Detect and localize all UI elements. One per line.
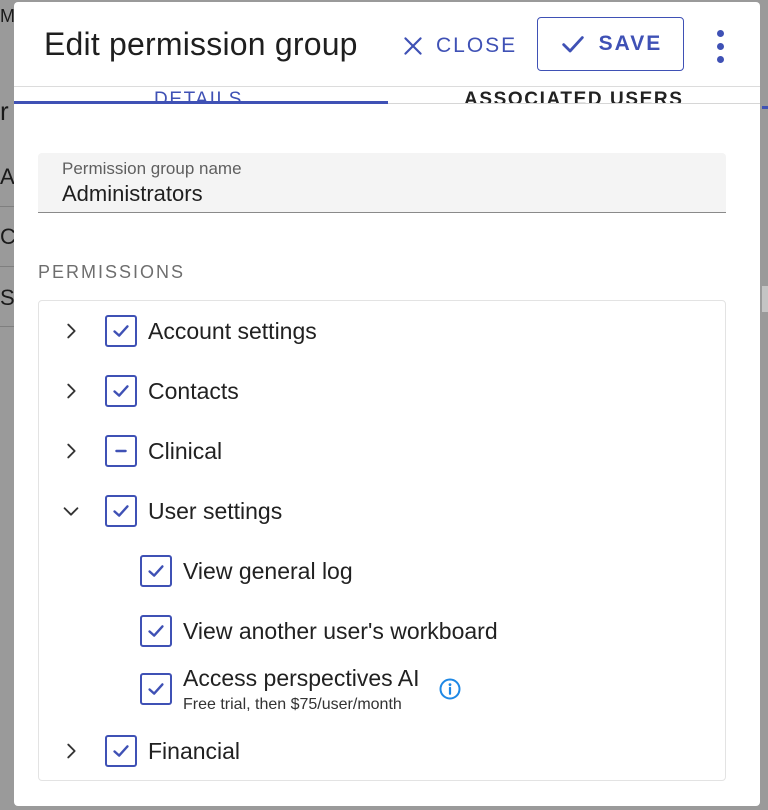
permission-row-view-another-users-workboard: View another user's workboard (140, 611, 498, 651)
background-tab-indicator (762, 106, 768, 109)
permission-group-name-input[interactable] (62, 181, 702, 207)
permission-group-name-label: Permission group name (62, 159, 242, 178)
expand-toggle[interactable] (57, 737, 85, 765)
check-icon (148, 683, 164, 695)
permission-checkbox[interactable] (105, 315, 137, 347)
check-icon (113, 745, 129, 757)
permission-row-access-perspectives-ai: Access perspectives AI Free trial, then … (140, 663, 462, 715)
chevron-right-icon (67, 383, 76, 399)
permission-label: Contacts (148, 377, 239, 404)
permission-label: User settings (148, 497, 283, 524)
check-icon (148, 565, 164, 577)
permission-row-financial: Financial (57, 731, 240, 771)
permission-group-name-field[interactable]: Permission group name (38, 153, 726, 213)
background-text-fragment: Ma (0, 6, 14, 26)
close-button-label: CLOSE (436, 34, 518, 57)
permission-checkbox[interactable] (105, 495, 137, 527)
permission-sublabel: Free trial, then $75/user/month (183, 695, 402, 713)
permission-label: Access perspectives AI (183, 664, 420, 691)
permission-row-user-settings: User settings (57, 491, 282, 531)
info-icon[interactable] (438, 677, 462, 701)
chevron-down-icon (63, 507, 79, 516)
permission-label: View another user's workboard (183, 617, 498, 644)
chevron-right-icon (67, 443, 76, 459)
expand-toggle[interactable] (57, 377, 85, 405)
permission-checkbox[interactable] (140, 615, 172, 647)
background-text-fragment: A (0, 164, 14, 189)
permission-row-view-general-log: View general log (140, 551, 353, 591)
permission-checkbox[interactable] (140, 673, 172, 705)
more-vertical-icon (716, 55, 724, 63)
permission-label: Financial (148, 737, 241, 764)
background-text-fragment: C (0, 224, 14, 249)
check-icon (113, 325, 129, 337)
more-vertical-icon (716, 42, 724, 50)
check-icon (113, 505, 129, 517)
expand-toggle[interactable] (57, 497, 85, 525)
more-options-button[interactable] (708, 26, 732, 66)
check-icon (113, 385, 129, 397)
permission-row-clinical: Clinical (57, 431, 222, 471)
permission-checkbox[interactable] (140, 555, 172, 587)
permission-label: View general log (183, 557, 353, 584)
close-icon (404, 37, 422, 55)
chevron-right-icon (67, 323, 76, 339)
save-button-label: SAVE (598, 32, 663, 55)
expand-toggle[interactable] (57, 317, 85, 345)
permissions-heading: PERMISSIONS (38, 262, 186, 282)
permissions-tree: Account settings Contacts Clinical User … (38, 300, 726, 781)
permission-row-account-settings: Account settings (57, 311, 317, 351)
expand-toggle[interactable] (57, 437, 85, 465)
background-scrollbar (762, 286, 768, 312)
tab-associated-users[interactable]: ASSOCIATED USERS (388, 87, 760, 104)
permission-checkbox[interactable] (105, 735, 137, 767)
dialog-title: Edit permission group (44, 26, 358, 62)
background-text-fragment: S (0, 285, 14, 310)
more-vertical-icon (716, 29, 724, 37)
permission-label-group: Access perspectives AI Free trial, then … (183, 665, 420, 714)
permission-row-contacts: Contacts (57, 371, 239, 411)
save-button[interactable]: SAVE (537, 17, 684, 71)
tab-label: ASSOCIATED USERS (464, 89, 684, 104)
chevron-right-icon (67, 743, 76, 759)
permission-checkbox[interactable] (105, 375, 137, 407)
tab-divider (388, 103, 760, 104)
background-text-fragment: r (0, 96, 9, 126)
permission-label: Account settings (148, 317, 317, 344)
indeterminate-icon (115, 449, 127, 453)
active-tab-indicator (14, 101, 388, 104)
check-icon (148, 625, 164, 637)
close-button[interactable]: CLOSE (400, 26, 517, 66)
permission-checkbox[interactable] (105, 435, 137, 467)
check-icon (561, 36, 584, 53)
permission-label: Clinical (148, 437, 223, 464)
edit-permission-group-dialog: Edit permission group CLOSE SAVE DETAILS… (14, 2, 760, 806)
